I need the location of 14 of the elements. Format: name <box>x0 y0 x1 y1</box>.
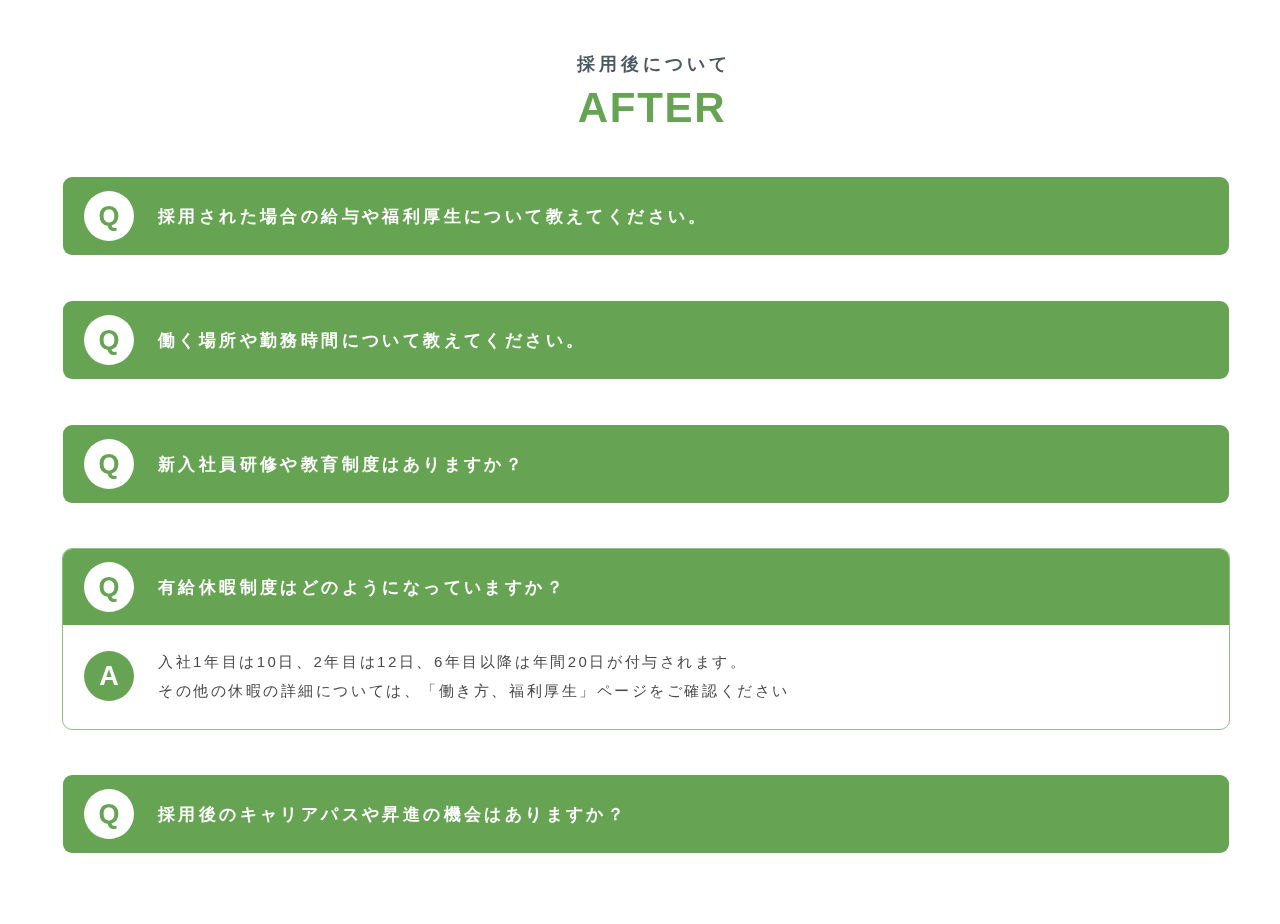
q-mark: Q <box>84 191 134 241</box>
faq-question[interactable]: Q 働く場所や勤務時間について教えてください。 <box>63 301 1229 379</box>
q-mark: Q <box>84 562 134 612</box>
q-mark: Q <box>84 789 134 839</box>
answer-text: 入社1年目は10日、2年目は12日、6年目以降は年間20日が付与されます。 その他の休暇の詳細については、「働き方、福利厚生」ページをご確認ください <box>158 652 790 701</box>
faq-question[interactable]: Q 有給休暇制度はどのようになっていますか？ <box>63 549 1229 625</box>
faq-question[interactable]: Q 新入社員研修や教育制度はありますか？ <box>63 425 1229 503</box>
faq-question[interactable]: Q 採用後のキャリアパスや昇進の機会はありますか？ <box>63 775 1229 853</box>
section-title: AFTER <box>577 83 727 133</box>
q-mark: Q <box>84 439 134 489</box>
q-mark: Q <box>84 315 134 365</box>
a-mark: A <box>84 651 134 701</box>
faq-question[interactable]: Q 採用された場合の給与や福利厚生について教えてください。 <box>63 177 1229 255</box>
section-subtitle: 採用後について <box>576 53 731 76</box>
